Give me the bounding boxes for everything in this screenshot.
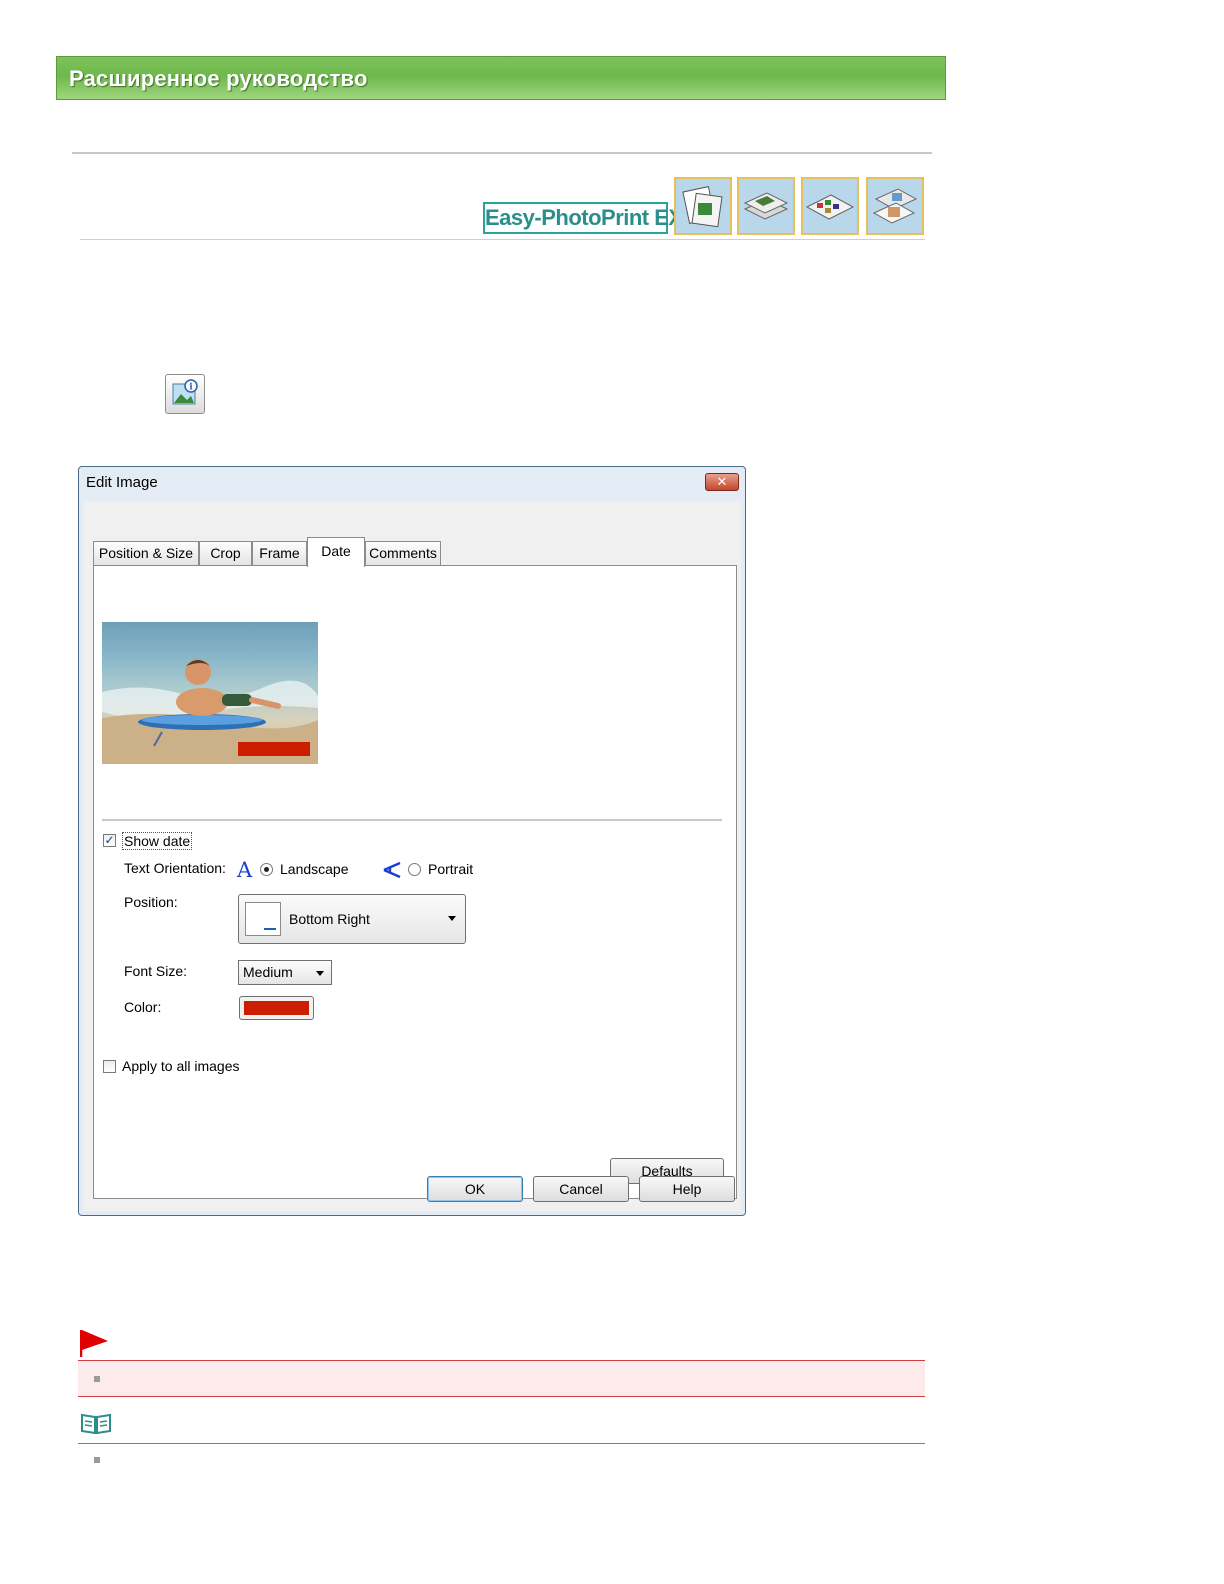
color-label: Color:	[124, 999, 162, 1015]
portrait-label: Portrait	[428, 861, 474, 877]
header-divider	[72, 152, 932, 154]
panel-separator	[102, 819, 722, 821]
note-bullet	[94, 1457, 100, 1463]
edit-image-info-icon[interactable]: i	[165, 374, 205, 414]
font-size-label: Font Size:	[124, 963, 188, 979]
page-banner: Расширенное руководство	[56, 56, 946, 100]
font-size-dropdown[interactable]: Medium	[238, 960, 332, 985]
edit-image-dialog: Edit Image ✕ Position & Size Crop Frame …	[78, 466, 746, 1216]
caution-flag-icon	[80, 1330, 108, 1357]
tab-position-size[interactable]: Position & Size	[93, 541, 199, 565]
note-divider	[78, 1443, 925, 1444]
position-value: Bottom Right	[289, 911, 370, 927]
dialog-title: Edit Image	[86, 474, 158, 491]
landscape-text-icon: A	[236, 858, 253, 880]
dialog-body: Position & Size Crop Frame Date Comments	[83, 501, 741, 1211]
chevron-down-icon	[316, 971, 324, 976]
date-stamp-preview	[238, 742, 310, 756]
note-book-icon	[81, 1413, 111, 1435]
caution-bullet	[94, 1376, 100, 1382]
tab-frame[interactable]: Frame	[252, 541, 307, 565]
help-button[interactable]: Help	[639, 1176, 735, 1202]
tab-comments[interactable]: Comments	[365, 541, 441, 565]
color-swatch	[244, 1001, 309, 1015]
banner-title: Расширенное руководство	[69, 66, 368, 91]
font-size-value: Medium	[243, 964, 293, 980]
ok-button[interactable]: OK	[427, 1176, 523, 1202]
portrait-radio[interactable]	[408, 863, 421, 876]
portrait-text-icon	[383, 861, 401, 879]
position-preview-icon	[245, 902, 281, 936]
photos-icon[interactable]	[866, 177, 924, 235]
apply-all-checkbox[interactable]	[103, 1060, 116, 1073]
layout-icon[interactable]	[801, 177, 859, 235]
cancel-button[interactable]: Cancel	[533, 1176, 629, 1202]
landscape-radio[interactable]	[260, 863, 273, 876]
close-button[interactable]: ✕	[705, 473, 739, 491]
show-date-checkbox[interactable]: ✓	[103, 834, 116, 847]
caution-box	[78, 1360, 925, 1397]
svg-text:A: A	[236, 858, 253, 880]
show-date-label: Show date	[122, 832, 193, 850]
color-button[interactable]	[239, 996, 314, 1020]
svg-text:i: i	[189, 383, 193, 393]
tab-date[interactable]: Date	[307, 537, 365, 567]
section-divider	[80, 239, 925, 240]
position-dropdown[interactable]: Bottom Right	[238, 894, 466, 944]
tab-crop[interactable]: Crop	[199, 541, 252, 565]
stack-icon[interactable]	[737, 177, 795, 235]
position-label: Position:	[124, 894, 178, 910]
apply-all-label: Apply to all images	[122, 1058, 240, 1074]
text-orientation-label: Text Orientation:	[124, 860, 226, 876]
album-icon[interactable]	[674, 177, 732, 235]
app-logo: Easy-PhotoPrint EX	[483, 202, 683, 234]
image-preview	[102, 622, 318, 764]
date-tab-panel: ✓ Show date Text Orientation: A Landscap…	[93, 565, 737, 1199]
landscape-label: Landscape	[280, 861, 349, 877]
chevron-down-icon	[448, 916, 456, 921]
